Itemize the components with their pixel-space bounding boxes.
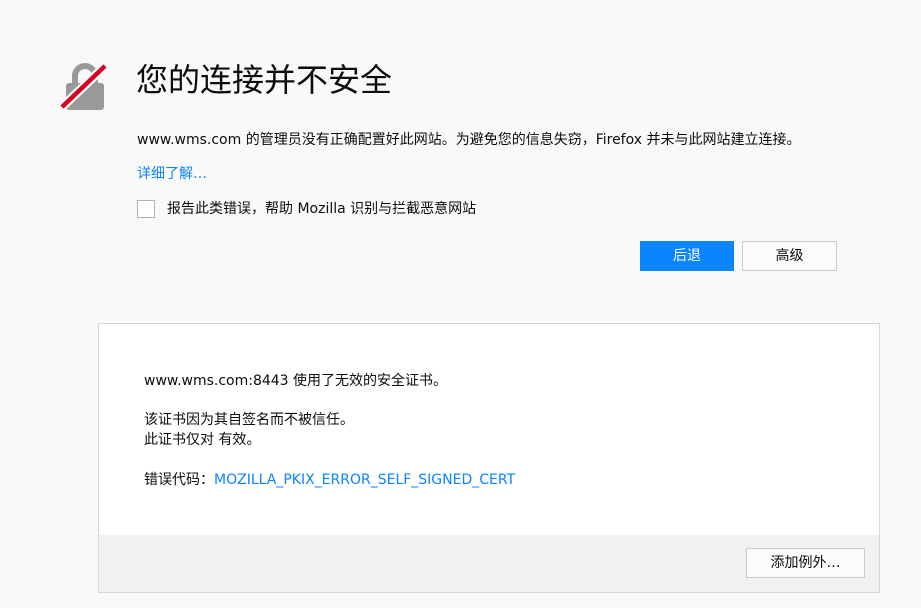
add-exception-button[interactable]: 添加例外… <box>746 548 865 578</box>
report-error-label[interactable]: 报告此类错误，帮助 Mozilla 识别与拦截恶意网站 <box>167 198 476 220</box>
report-error-checkbox[interactable] <box>137 200 155 218</box>
page-title: 您的连接并不安全 <box>136 61 393 99</box>
self-signed-text: 该证书因为其自签名而不被信任。 <box>144 412 354 428</box>
learn-more-link[interactable]: 详细了解… <box>137 163 207 185</box>
invalid-cert-text: www.wms.com:8443 使用了无效的安全证书。 <box>144 373 448 389</box>
broken-lock-icon <box>60 62 109 111</box>
error-code-link[interactable]: MOZILLA_PKIX_ERROR_SELF_SIGNED_CERT <box>214 472 515 488</box>
advanced-panel: www.wms.com:8443 使用了无效的安全证书。 该证书因为其自签名而不… <box>98 323 880 593</box>
error-description: www.wms.com 的管理员没有正确配置好此网站。为避免您的信息失窃，Fir… <box>137 132 801 148</box>
advanced-button[interactable]: 高级 <box>742 241 837 271</box>
error-page: 您的连接并不安全 www.wms.com 的管理员没有正确配置好此网站。为避免您… <box>0 0 921 608</box>
advanced-panel-footer: 添加例外… <box>99 535 879 592</box>
error-code-row: 错误代码：MOZILLA_PKIX_ERROR_SELF_SIGNED_CERT <box>144 470 515 490</box>
cert-validity-text: 此证书仅对 有效。 <box>144 432 261 448</box>
report-error-row: 报告此类错误，帮助 Mozilla 识别与拦截恶意网站 <box>137 198 476 220</box>
go-back-button[interactable]: 后退 <box>640 241 734 271</box>
error-code-label: 错误代码： <box>144 472 214 488</box>
